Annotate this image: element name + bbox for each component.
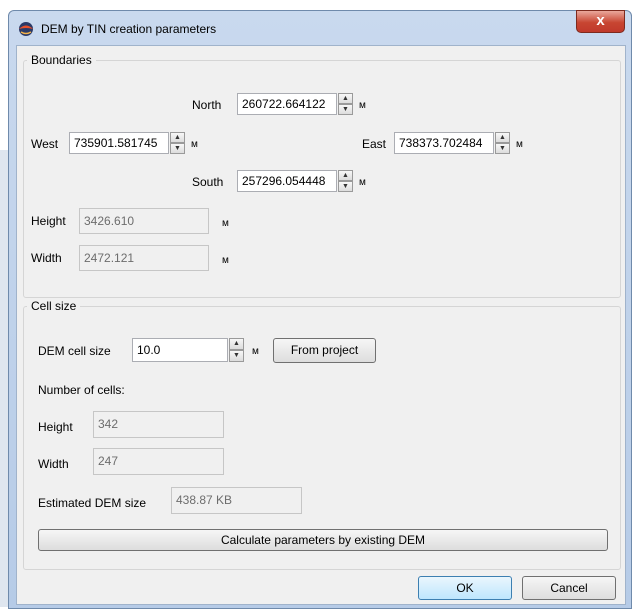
south-input[interactable]: 257296.054448 xyxy=(237,170,337,192)
bounds-height-field: 3426.610 xyxy=(79,208,209,234)
bounds-width-unit: м xyxy=(222,255,229,266)
west-label: West xyxy=(31,137,59,151)
spin-up-icon[interactable]: ▲ xyxy=(495,132,510,143)
dem-cell-size-unit: м xyxy=(252,346,259,357)
spin-down-icon[interactable]: ▼ xyxy=(338,181,353,192)
window-title: DEM by TIN creation parameters xyxy=(41,22,217,36)
number-of-cells-label: Number of cells: xyxy=(38,383,125,397)
estimated-dem-size-field: 438.87 KB xyxy=(171,487,302,514)
background-window-edge xyxy=(0,150,8,607)
estimated-dem-size-label: Estimated DEM size xyxy=(38,496,147,510)
north-label: North xyxy=(192,98,222,112)
north-unit: м xyxy=(359,100,366,111)
spin-down-icon[interactable]: ▼ xyxy=(170,143,185,154)
close-icon: x xyxy=(596,12,605,29)
cells-width-field: 247 xyxy=(93,448,224,475)
dem-cell-size-spinner[interactable]: ▲ ▼ xyxy=(229,338,244,362)
cell-size-group-label: Cell size xyxy=(27,299,81,313)
spin-up-icon[interactable]: ▲ xyxy=(170,132,185,143)
south-unit: м xyxy=(359,177,366,188)
west-input[interactable]: 735901.581745 xyxy=(69,132,169,154)
dem-cell-size-label: DEM cell size xyxy=(38,344,111,358)
cancel-button[interactable]: Cancel xyxy=(522,576,616,600)
north-input[interactable]: 260722.664122 xyxy=(237,93,337,115)
south-spinner[interactable]: ▲ ▼ xyxy=(338,170,353,192)
close-button[interactable]: x xyxy=(576,10,625,33)
ok-button[interactable]: OK xyxy=(418,576,512,600)
west-unit: м xyxy=(191,139,198,150)
bounds-width-label: Width xyxy=(31,251,62,265)
cells-height-label: Height xyxy=(38,420,73,434)
south-label: South xyxy=(192,175,224,189)
east-unit: м xyxy=(516,139,523,150)
spin-down-icon[interactable]: ▼ xyxy=(229,350,244,362)
cells-width-label: Width xyxy=(38,457,69,471)
bounds-height-label: Height xyxy=(31,214,66,228)
from-project-button[interactable]: From project xyxy=(273,338,376,363)
calculate-by-existing-dem-button[interactable]: Calculate parameters by existing DEM xyxy=(38,529,608,551)
boundaries-group-label: Boundaries xyxy=(27,53,96,67)
bounds-width-field: 2472.121 xyxy=(79,245,209,271)
dialog-body: Boundaries North 260722.664122 ▲ ▼ м West… xyxy=(16,45,626,605)
bounds-height-unit: м xyxy=(222,218,229,229)
spin-up-icon[interactable]: ▲ xyxy=(338,93,353,104)
dialog-window: DEM by TIN creation parameters x Boundar… xyxy=(8,10,632,609)
east-spinner[interactable]: ▲ ▼ xyxy=(495,132,510,154)
west-spinner[interactable]: ▲ ▼ xyxy=(170,132,185,154)
spin-up-icon[interactable]: ▲ xyxy=(229,338,244,350)
spin-down-icon[interactable]: ▼ xyxy=(338,104,353,115)
title-bar[interactable]: DEM by TIN creation parameters x xyxy=(9,10,631,45)
east-input[interactable]: 738373.702484 xyxy=(394,132,494,154)
north-spinner[interactable]: ▲ ▼ xyxy=(338,93,353,115)
dem-cell-size-input[interactable]: 10.0 xyxy=(132,338,228,362)
spin-down-icon[interactable]: ▼ xyxy=(495,143,510,154)
east-label: East xyxy=(362,137,387,151)
spin-up-icon[interactable]: ▲ xyxy=(338,170,353,181)
cells-height-field: 342 xyxy=(93,411,224,438)
app-globe-icon xyxy=(19,22,33,36)
